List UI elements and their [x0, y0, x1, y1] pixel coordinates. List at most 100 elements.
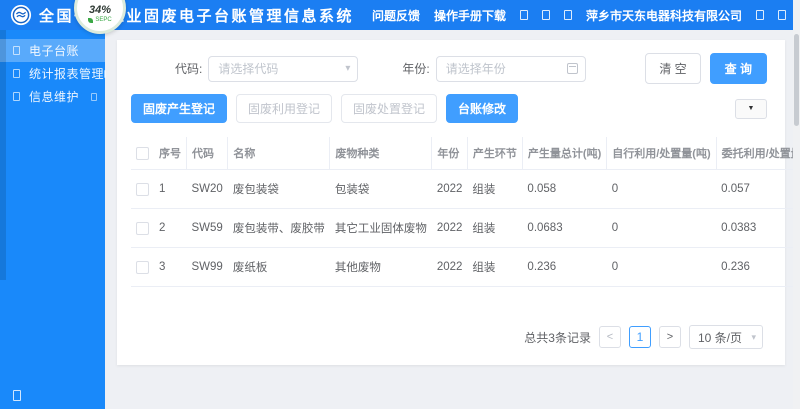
cell-no: 3 [154, 247, 187, 287]
col-header: 产生环节 [467, 137, 523, 170]
col-header: 名称 [227, 137, 331, 170]
cell-total: 0.058 [522, 169, 607, 209]
placeholder-glyph-icon[interactable] [541, 10, 550, 20]
prev-page-button[interactable]: < [598, 326, 621, 348]
menu-glyph-icon [13, 69, 20, 78]
badge-sub-label: SEPC [95, 17, 112, 23]
sidebar-collapse-icon[interactable] [13, 390, 21, 401]
code-select[interactable]: 请选择代码 ▾ [208, 55, 359, 82]
cell-total: 0.236 [522, 247, 607, 287]
row-checkbox[interactable] [136, 221, 149, 235]
page-size-value: 10 条/页 [697, 330, 742, 345]
code-filter-label: 代码: [175, 62, 203, 76]
ledger-table: 序号 代码 名称 废物种类 年份 产生环节 产生量总计(吨) 自行利用/处置量(… [131, 137, 800, 287]
table-row: 2 SW59 废包装带、废胶带 其它工业固体废物 2022 组装 0.0683 … [131, 208, 800, 248]
cell-no: 1 [154, 169, 187, 209]
cell-stage: 组装 [467, 208, 523, 248]
action-bar: 固废产生登记 固废利用登记 固废处置登记 台账修改 ▼ [131, 94, 767, 123]
col-header: 废物种类 [329, 137, 433, 170]
col-header: 产生量总计(吨) [522, 137, 608, 170]
cell-year: 2022 [431, 208, 468, 248]
year-filter-label: 年份: [402, 62, 430, 76]
app-logo-icon [10, 4, 32, 26]
placeholder-glyph-icon[interactable] [756, 10, 764, 20]
cell-self-amount: 0 [606, 169, 717, 209]
cell-waste-type: 其他废物 [329, 247, 432, 287]
pagination-total: 总共3条记录 [524, 330, 591, 345]
cell-entrust-amount: 0.0383 [716, 208, 800, 248]
main-content: 代码: 请选择代码 ▾ 年份: 请选择年份 清 空 查 询 固废产生登记 固废利… [105, 30, 800, 409]
col-header: 代码 [186, 137, 229, 170]
chevron-left-icon: < [606, 331, 614, 343]
table-header-row: 序号 代码 名称 废物种类 年份 产生环节 产生量总计(吨) 自行利用/处置量(… [131, 137, 800, 170]
chevron-right-icon [91, 92, 97, 101]
cell-total: 0.0683 [522, 208, 607, 248]
sidebar-item-report-management[interactable]: 统计报表管理 [0, 62, 107, 85]
sidebar-item-label: 信息维护 [29, 90, 80, 104]
chevron-right-icon [104, 69, 107, 78]
col-header: 序号 [154, 137, 187, 170]
cell-name: 废包装带、废胶带 [227, 208, 330, 248]
col-header: 年份 [431, 137, 468, 170]
cell-code: SW20 [186, 169, 228, 209]
page-size-select[interactable]: 10 条/页 ▾ [688, 325, 763, 349]
col-header: 委托利用/处置量(吨) [716, 137, 800, 170]
cell-stage: 组装 [467, 247, 523, 287]
cell-stage: 组装 [467, 169, 523, 209]
sidebar-item-label: 电子台账 [29, 44, 80, 58]
search-button[interactable]: 查 询 [709, 53, 767, 84]
waste-utilization-register-button[interactable]: 固废利用登记 [236, 94, 333, 123]
sidebar-menu: 电子台账 统计报表管理 信息维护 [0, 30, 107, 108]
cell-year: 2022 [431, 247, 468, 287]
cell-year: 2022 [431, 169, 468, 209]
cell-entrust-amount: 0.057 [716, 169, 800, 209]
company-name: 萍乡市天东电器科技有限公司 [585, 8, 742, 23]
chevron-right-icon: > [666, 331, 674, 343]
cell-waste-type: 其它工业固体废物 [329, 208, 432, 248]
cell-name: 废纸板 [227, 247, 330, 287]
chevron-down-icon: ▾ [345, 62, 351, 74]
placeholder-glyph-icon[interactable] [519, 10, 528, 20]
pagination: 总共3条记录 < 1 > 10 条/页 ▾ [131, 325, 767, 353]
row-checkbox[interactable] [136, 260, 149, 274]
calendar-icon [566, 63, 578, 74]
placeholder-glyph-icon[interactable] [563, 10, 572, 20]
badge-percent-value: 34% [88, 4, 112, 16]
cell-name: 废包装袋 [227, 169, 330, 209]
filter-bar: 代码: 请选择代码 ▾ 年份: 请选择年份 清 空 查 询 [131, 53, 767, 84]
col-header: 自行利用/处置量(吨) [606, 137, 717, 170]
ledger-modify-button[interactable]: 台账修改 [446, 94, 519, 123]
content-card: 代码: 请选择代码 ▾ 年份: 请选择年份 清 空 查 询 固废产生登记 固废利… [117, 40, 800, 365]
collapse-toggle-button[interactable]: ▼ [735, 98, 767, 119]
page-scrollbar[interactable] [793, 0, 800, 409]
next-page-button[interactable]: > [658, 326, 681, 348]
sidebar-item-electronic-ledger[interactable]: 电子台账 [0, 39, 105, 62]
waste-disposal-register-button[interactable]: 固废处置登记 [341, 94, 438, 123]
menu-glyph-icon [13, 92, 20, 101]
cell-self-amount: 0 [606, 247, 717, 287]
select-all-checkbox[interactable] [136, 146, 149, 160]
row-checkbox[interactable] [136, 182, 149, 196]
cell-code: SW59 [186, 208, 228, 248]
table-row: 1 SW20 废包装袋 包装袋 2022 组装 0.058 0 0.057 20… [131, 169, 800, 209]
placeholder-glyph-icon[interactable] [778, 10, 786, 20]
cell-entrust-amount: 0.236 [716, 247, 800, 287]
chevron-down-icon: ▼ [747, 105, 755, 112]
year-input-placeholder: 请选择年份 [445, 62, 506, 76]
menu-glyph-icon [13, 46, 20, 55]
scrollbar-thumb[interactable] [794, 34, 799, 126]
manual-download-link[interactable]: 操作手册下载 [434, 7, 506, 24]
cell-waste-type: 包装袋 [329, 169, 432, 209]
cell-no: 2 [154, 208, 187, 248]
year-date-input[interactable]: 请选择年份 [435, 55, 586, 82]
page-number-button[interactable]: 1 [628, 326, 651, 348]
sidebar-item-info-maintenance[interactable]: 信息维护 [0, 85, 105, 108]
cell-self-amount: 0 [606, 208, 717, 248]
cell-code: SW99 [186, 247, 228, 287]
clear-button[interactable]: 清 空 [645, 53, 701, 84]
chevron-down-icon: ▾ [751, 331, 756, 342]
feedback-link[interactable]: 问题反馈 [372, 7, 420, 24]
table-row: 3 SW99 废纸板 其他废物 2022 组装 0.236 0 0.236 20… [131, 247, 800, 287]
waste-generation-register-button[interactable]: 固废产生登记 [131, 94, 228, 123]
code-select-placeholder: 请选择代码 [218, 62, 279, 76]
